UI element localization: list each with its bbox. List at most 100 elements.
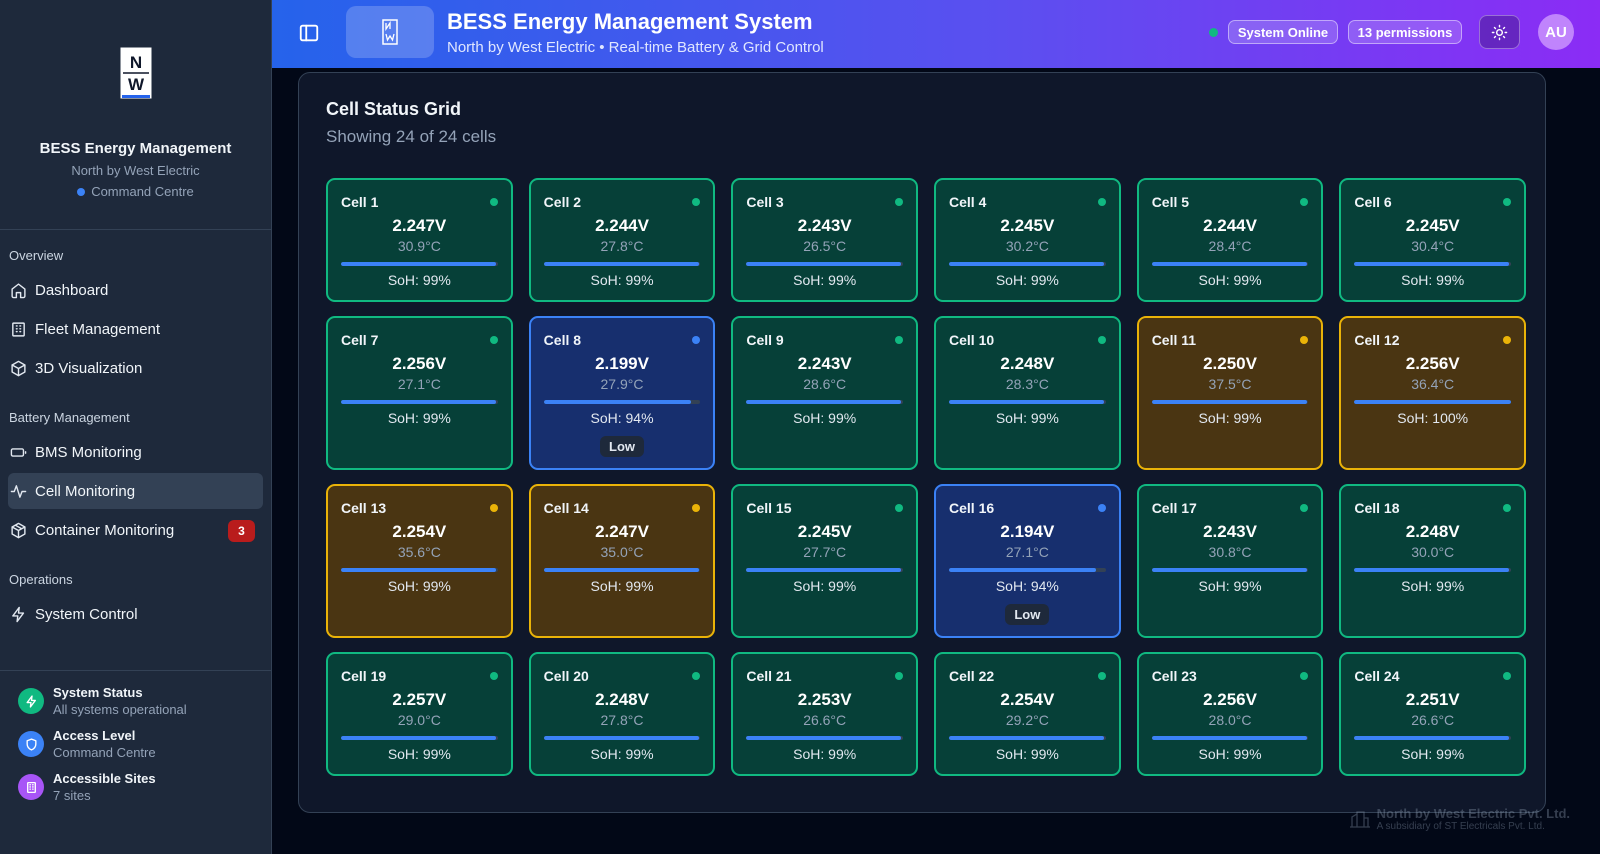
soh-bar-fill — [1151, 736, 1307, 740]
soh-bar — [1151, 400, 1309, 404]
sidebar-footer: System Status All systems operational Ac… — [0, 670, 272, 814]
cell-temperature: 27.8°C — [600, 238, 644, 254]
cell-voltage: 2.199V — [595, 354, 649, 373]
cell-soh: SoH: 99% — [995, 746, 1059, 762]
cell-voltage: 2.248V — [595, 690, 649, 709]
cell-temperature: 37.5°C — [1208, 376, 1252, 392]
cell-temperature: 35.6°C — [397, 544, 441, 560]
cell-voltage: 2.256V — [1203, 690, 1257, 709]
footer-title: Access Level — [53, 728, 136, 743]
cell-name: Cell 11 — [1151, 332, 1197, 348]
cell-voltage: 2.248V — [1405, 522, 1460, 541]
cell-name: Cell 1 — [341, 194, 379, 210]
cell-voltage: 2.244V — [1203, 216, 1257, 235]
cell-voltage: 2.247V — [392, 216, 447, 235]
watermark-parent: A subsidiary of ST Electricals Pvt. Ltd. — [1376, 821, 1545, 832]
sidebar-item-container-monitoring[interactable]: Container Monitoring 3 — [8, 512, 263, 548]
cell-card[interactable]: Cell 8 2.199V 27.9°C SoH: 94% Low — [528, 316, 716, 470]
cell-card[interactable]: Cell 22 2.254V 29.2°C SoH: 99% — [934, 652, 1121, 776]
cell-card[interactable]: Cell 21 2.253V 26.6°C SoH: 99% — [731, 652, 919, 776]
footer-access-level: Access Level Command Centre — [18, 728, 254, 760]
cell-card[interactable]: Cell 5 2.244V 28.4°C SoH: 99% — [1136, 178, 1324, 302]
soh-bar — [1354, 400, 1512, 404]
sidebar-item-cell-monitoring[interactable]: Cell Monitoring — [8, 473, 263, 509]
building-icon — [12, 321, 25, 337]
sidebar-nav: Overview Dashboard Fleet Management 3D V… — [0, 248, 271, 632]
footer-subtitle: Command Centre — [53, 745, 156, 760]
cell-card[interactable]: Cell 1 2.247V 30.9°C SoH: 99% — [326, 178, 513, 302]
cell-card[interactable]: Cell 17 2.243V 30.8°C SoH: 99% — [1136, 484, 1324, 638]
cell-card[interactable]: Cell 18 2.248V 30.0°C SoH: 99% — [1339, 484, 1527, 638]
cell-soh: SoH: 99% — [590, 272, 654, 288]
footer-subtitle: 7 sites — [53, 788, 91, 803]
sidebar-item-bms-monitoring[interactable]: BMS Monitoring — [8, 434, 263, 470]
cell-card[interactable]: Cell 23 2.256V 28.0°C SoH: 99% — [1136, 652, 1324, 776]
sidebar-item-3d-visualization[interactable]: 3D Visualization — [8, 350, 263, 386]
online-status-dot — [1209, 28, 1218, 37]
cell-card[interactable]: Cell 12 2.256V 36.4°C SoH: 100% — [1339, 316, 1527, 470]
theme-toggle-button[interactable] — [1479, 15, 1520, 49]
cell-card[interactable]: Cell 14 2.247V 35.0°C SoH: 99% — [528, 484, 716, 638]
cell-voltage: 2.256V — [392, 354, 447, 373]
cell-card[interactable]: Cell 3 2.243V 26.5°C SoH: 99% — [731, 178, 919, 302]
cell-card[interactable]: Cell 9 2.243V 28.6°C SoH: 99% — [731, 316, 919, 470]
soh-bar-fill — [1354, 262, 1510, 266]
cell-name: Cell 21 — [746, 668, 792, 684]
soh-bar — [949, 736, 1106, 740]
cell-voltage: 2.243V — [797, 354, 852, 373]
cell-card[interactable]: Cell 16 2.194V 27.1°C SoH: 94% Low — [934, 484, 1121, 638]
sidebar-item-dashboard[interactable]: Dashboard — [8, 272, 263, 308]
cell-name: Cell 3 — [746, 194, 784, 210]
soh-bar-fill — [543, 568, 699, 572]
cell-name: Cell 24 — [1354, 668, 1400, 684]
soh-bar — [543, 568, 701, 572]
cell-status-dot — [895, 198, 904, 206]
soh-bar-fill — [746, 568, 902, 572]
cell-grid: Cell 1 2.247V 30.9°C SoH: 99% Cell 2 2.244V 27… — [326, 178, 1527, 790]
cell-status-dot — [1503, 336, 1512, 344]
battery-icon — [10, 447, 27, 457]
cell-status-tag: Low — [600, 436, 644, 457]
sidebar-item-fleet-management[interactable]: Fleet Management — [8, 311, 263, 347]
cell-card[interactable]: Cell 13 2.254V 35.6°C SoH: 99% — [326, 484, 513, 638]
soh-bar — [949, 568, 1106, 572]
cell-status-dot — [1503, 504, 1512, 512]
cell-card[interactable]: Cell 11 2.250V 37.5°C SoH: 99% — [1136, 316, 1324, 470]
sidebar-item-label: 3D Visualization — [35, 359, 143, 377]
cell-card[interactable]: Cell 4 2.245V 30.2°C SoH: 99% — [934, 178, 1121, 302]
building-icon — [18, 774, 44, 800]
soh-bar-fill — [746, 400, 902, 404]
brand-subtitle: North by West Electric — [71, 163, 200, 178]
cell-soh: SoH: 99% — [1401, 272, 1465, 288]
cell-status-dot — [1300, 336, 1309, 344]
user-avatar[interactable]: AU — [1538, 14, 1574, 50]
cell-name: Cell 5 — [1151, 194, 1190, 210]
soh-bar — [341, 736, 498, 740]
svg-text:W: W — [127, 75, 144, 94]
watermark-company: North by West Electric Pvt. Ltd. — [1376, 806, 1570, 821]
soh-bar — [341, 400, 498, 404]
cell-card[interactable]: Cell 24 2.251V 26.6°C SoH: 99% — [1339, 652, 1527, 776]
cell-card[interactable]: Cell 19 2.257V 29.0°C SoH: 99% — [326, 652, 513, 776]
cell-name: Cell 2 — [543, 194, 582, 210]
cell-status-tag: Low — [1005, 604, 1050, 625]
cell-card[interactable]: Cell 6 2.245V 30.4°C SoH: 99% — [1339, 178, 1527, 302]
cell-status-dot — [692, 198, 701, 206]
sidebar-toggle-icon[interactable] — [298, 22, 320, 44]
cell-card[interactable]: Cell 2 2.244V 27.8°C SoH: 99% — [528, 178, 716, 302]
section-title-overview: Overview — [9, 248, 64, 263]
cell-card[interactable]: Cell 15 2.245V 27.7°C SoH: 99% — [731, 484, 919, 638]
cell-soh: SoH: 99% — [387, 410, 451, 426]
alert-count-badge: 3 — [228, 520, 255, 542]
cell-temperature: 30.4°C — [1411, 238, 1455, 254]
cell-card[interactable]: Cell 7 2.256V 27.1°C SoH: 99% — [326, 316, 513, 470]
sidebar-item-system-control[interactable]: System Control — [8, 596, 263, 632]
cell-soh: SoH: 99% — [793, 746, 857, 762]
cell-temperature: 27.1°C — [397, 376, 441, 392]
building-icon — [1349, 811, 1370, 828]
zap-icon — [18, 688, 44, 714]
permissions-badge[interactable]: 13 permissions — [1348, 20, 1462, 44]
cell-card[interactable]: Cell 20 2.248V 27.8°C SoH: 99% — [528, 652, 716, 776]
role-dot — [77, 187, 86, 196]
cell-card[interactable]: Cell 10 2.248V 28.3°C SoH: 99% — [934, 316, 1121, 470]
